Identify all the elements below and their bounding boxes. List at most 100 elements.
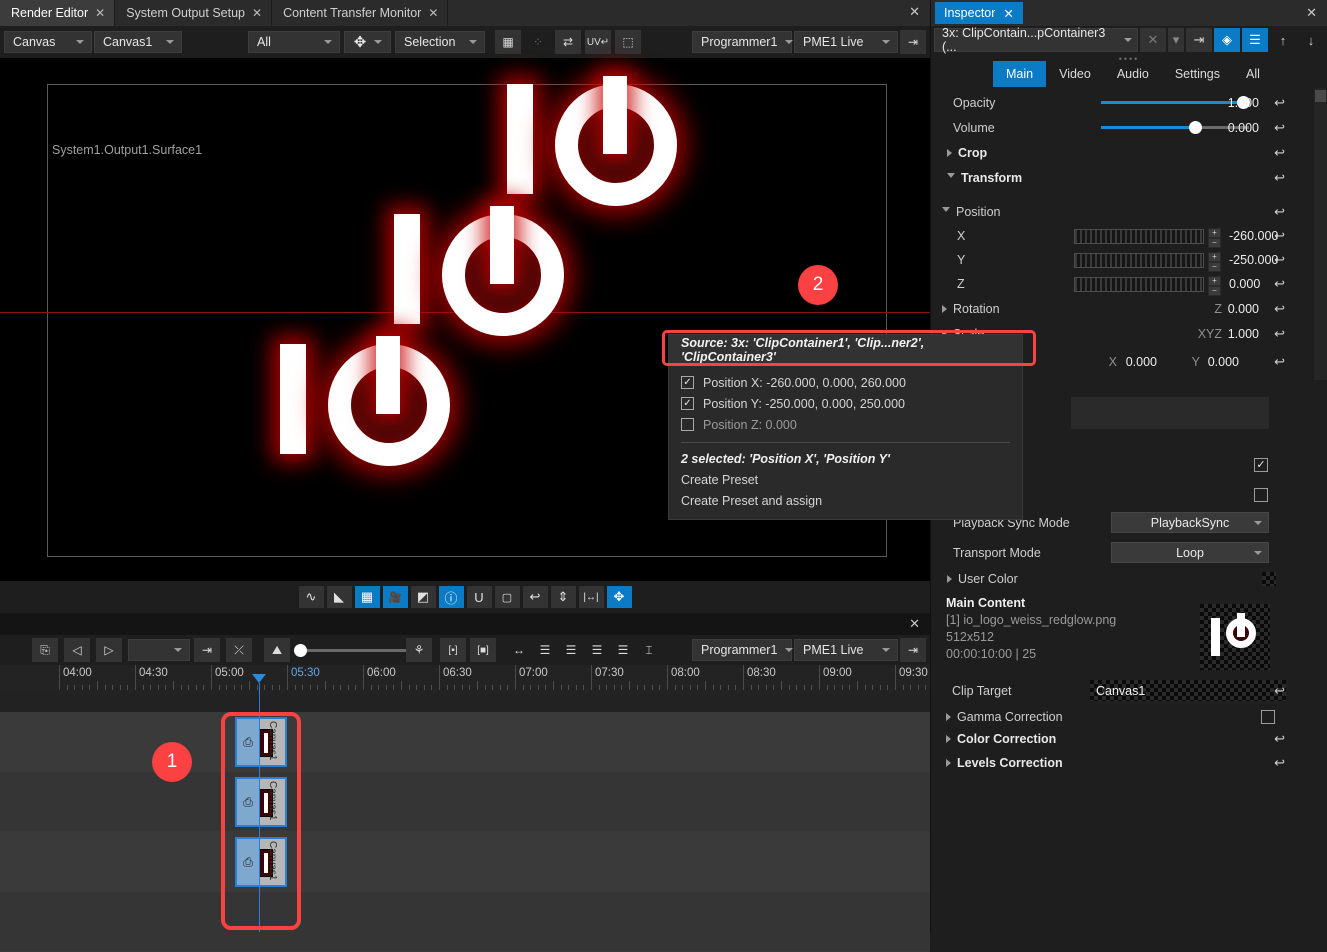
- revert-icon[interactable]: ↩: [1274, 301, 1285, 317]
- property-position-y[interactable]: Y + − -250.000 ↩: [931, 248, 1327, 272]
- revert-icon[interactable]: ↩: [1274, 731, 1285, 747]
- gamma-correction-checkbox[interactable]: [1261, 709, 1275, 724]
- align-center-icon[interactable]: ☰: [558, 638, 584, 662]
- goto-marker-icon[interactable]: ⇥: [194, 638, 220, 662]
- panel-close-icon[interactable]: ✕: [1306, 5, 1317, 21]
- gradient-icon[interactable]: ◣: [326, 586, 352, 608]
- revert-icon[interactable]: ↩: [1274, 276, 1285, 292]
- fit-height-icon[interactable]: ⇕: [550, 586, 576, 608]
- tab-content-transfer-monitor[interactable]: Content Transfer Monitor ✕: [272, 0, 449, 26]
- move-tool-button[interactable]: ✥: [344, 31, 391, 53]
- align-distribute-icon[interactable]: ☰: [610, 638, 636, 662]
- group-position[interactable]: Position ↩: [931, 199, 1327, 224]
- timeline-ruler[interactable]: 04:00 04:30 05:00 05:30 06:00 06:30 07:00 07:30…: [0, 665, 930, 690]
- pme-select[interactable]: PME1 Live: [794, 31, 898, 53]
- inspector-scrollbar[interactable]: [1314, 88, 1327, 380]
- scrollbar-thumb[interactable]: [1315, 90, 1326, 102]
- property-position-z[interactable]: Z + − 0.000 ↩: [931, 272, 1327, 296]
- position-y-stepper[interactable]: + −: [1208, 251, 1221, 272]
- align-stack-icon[interactable]: ☰: [584, 638, 610, 662]
- timeline-track-row[interactable]: [0, 712, 930, 772]
- position-z-stepper[interactable]: + −: [1208, 275, 1221, 296]
- popup-item-position-y[interactable]: ✓ Position Y: -250.000, 0.000, 250.000: [669, 393, 1022, 414]
- marker-dropdown[interactable]: [128, 639, 190, 661]
- shuffle-icon[interactable]: ⤫: [226, 638, 252, 662]
- revert-icon[interactable]: ↩: [1274, 120, 1285, 136]
- group-crop[interactable]: Crop ↩: [931, 140, 1327, 165]
- grid-icon[interactable]: ▦: [354, 586, 380, 608]
- timeline-track-row[interactable]: [0, 772, 930, 832]
- stretch-icon[interactable]: ↔: [506, 638, 532, 662]
- property-clip-target[interactable]: Clip Target Canvas1 ↩: [930, 678, 1327, 703]
- revert-icon[interactable]: ↩: [1274, 95, 1285, 111]
- group-levels-correction[interactable]: Levels Correction ↩: [930, 750, 1327, 775]
- playback-sync-mode-select[interactable]: PlaybackSync: [1111, 512, 1269, 533]
- timeline-track-row[interactable]: [0, 832, 930, 892]
- zoom-slider[interactable]: [294, 640, 406, 660]
- timeline-programmer-select[interactable]: Programmer1: [692, 639, 794, 661]
- close-icon[interactable]: ✕: [252, 6, 262, 20]
- close-icon[interactable]: ✕: [909, 616, 920, 632]
- fit-icon[interactable]: ⚘: [406, 638, 432, 662]
- position-y-drag-field[interactable]: [1074, 252, 1204, 268]
- revert-icon[interactable]: ↩: [1274, 354, 1285, 370]
- popup-item-position-z[interactable]: Position Z: 0.000: [669, 414, 1022, 435]
- clear-selection-icon[interactable]: ✕: [1140, 28, 1166, 52]
- frame-selected-icon[interactable]: [▪]: [440, 638, 466, 662]
- reset-icon[interactable]: ↩: [522, 586, 548, 608]
- target-icon[interactable]: ◈: [1214, 28, 1240, 52]
- shading-off-icon[interactable]: ◩: [410, 586, 436, 608]
- down-arrow-icon[interactable]: ↓: [1298, 28, 1324, 52]
- property-volume[interactable]: Volume 0.000 ↩: [931, 115, 1327, 140]
- filter-select[interactable]: All: [248, 31, 340, 53]
- timeline-track-row[interactable]: [0, 892, 930, 952]
- revert-icon[interactable]: ↩: [1274, 683, 1285, 699]
- checkbox-checked-icon[interactable]: ✓: [681, 397, 694, 410]
- source-context-menu[interactable]: Source: 3x: 'ClipContainer1', 'Clip...ne…: [668, 334, 1023, 520]
- waveform-icon[interactable]: ∿: [298, 586, 324, 608]
- fit-width-icon[interactable]: |↔|: [578, 586, 604, 608]
- pin-icon[interactable]: ⇥: [900, 638, 926, 662]
- revert-icon[interactable]: ↩: [1274, 755, 1285, 771]
- group-rotation[interactable]: Rotation Z 0.000 ↩: [931, 296, 1327, 321]
- info-icon[interactable]: ⓘ: [438, 586, 464, 608]
- canvas-type-select[interactable]: Canvas: [4, 31, 92, 53]
- tab-settings[interactable]: Settings: [1162, 61, 1233, 87]
- thumbnail-icon[interactable]: ⛰: [264, 638, 290, 662]
- close-icon[interactable]: ✕: [428, 6, 438, 20]
- next-marker-icon[interactable]: ▷: [96, 638, 122, 662]
- enabled-checkbox[interactable]: ✓: [1254, 457, 1268, 472]
- property-transport-mode[interactable]: Transport Mode Loop: [931, 540, 1327, 565]
- logo-graphic[interactable]: [268, 336, 478, 508]
- panel-close-icon[interactable]: ✕: [909, 4, 920, 20]
- mute-checkbox[interactable]: [1254, 487, 1268, 502]
- tab-all[interactable]: All: [1233, 61, 1273, 87]
- align-left-icon[interactable]: ☰: [532, 638, 558, 662]
- timeline-pme-select[interactable]: PME1 Live: [794, 639, 898, 661]
- grid-matrix-icon[interactable]: ▦: [495, 30, 521, 54]
- snapshot-icon[interactable]: ▢: [494, 586, 520, 608]
- programmer-select[interactable]: Programmer1: [692, 31, 794, 53]
- group-color-correction[interactable]: Color Correction ↩: [930, 726, 1327, 751]
- revert-icon[interactable]: ↩: [1274, 326, 1285, 342]
- prev-marker-icon[interactable]: ◁: [64, 638, 90, 662]
- transport-mode-select[interactable]: Loop: [1111, 542, 1269, 563]
- canvas-name-select[interactable]: Canvas1: [94, 31, 182, 53]
- revert-icon[interactable]: ↩: [1274, 204, 1285, 220]
- tab-video[interactable]: Video: [1046, 61, 1104, 87]
- uv-flip-icon[interactable]: ⇄: [555, 30, 581, 54]
- panel-grip[interactable]: ••••: [931, 54, 1327, 64]
- property-position-x[interactable]: X + − -260.000 ↩: [931, 224, 1327, 248]
- pin-icon[interactable]: ⇥: [900, 30, 926, 54]
- position-z-drag-field[interactable]: [1074, 276, 1204, 292]
- tab-main[interactable]: Main: [993, 61, 1047, 87]
- add-marker-icon[interactable]: ⎘: [32, 638, 58, 662]
- uv-icon[interactable]: UV↵: [585, 30, 611, 54]
- group-user-color[interactable]: User Color: [931, 566, 1327, 591]
- group-transform[interactable]: Transform ↩: [931, 165, 1327, 190]
- dots-icon[interactable]: ⁘: [525, 30, 551, 54]
- popup-item-position-x[interactable]: ✓ Position X: -260.000, 0.000, 260.000: [669, 372, 1022, 393]
- tab-render-editor[interactable]: Render Editor ✕: [0, 0, 116, 26]
- user-color-swatch[interactable]: [1262, 571, 1276, 586]
- position-x-stepper[interactable]: + −: [1208, 227, 1221, 248]
